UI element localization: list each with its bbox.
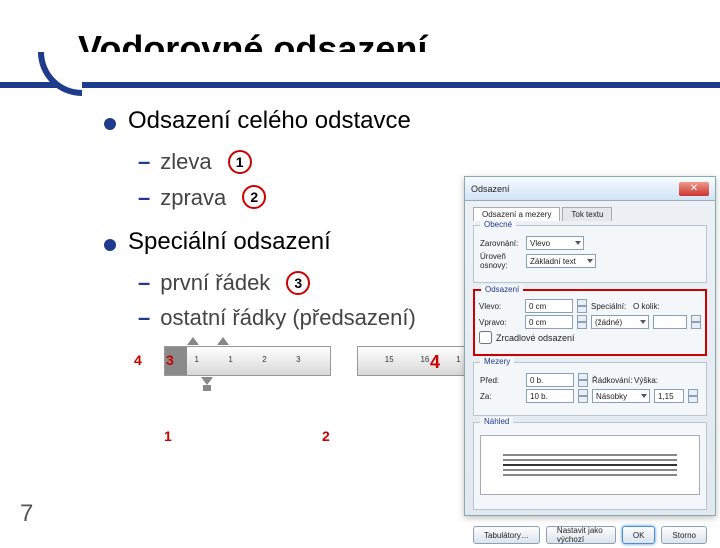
tick: 1 — [456, 354, 460, 367]
indent-left-label: Vlevo: — [479, 302, 521, 311]
tick: 2 — [262, 354, 266, 367]
bullet-sub-2a-text: první řádek — [160, 265, 270, 300]
bullet-sub-2b-text: ostatní řádky (předsazení) — [160, 300, 416, 335]
special-select[interactable]: (žádné) — [591, 315, 649, 329]
preview-area — [480, 435, 700, 495]
group-indent-title: Odsazení — [481, 285, 523, 294]
callout-1-bottom: 1 — [164, 428, 172, 444]
group-general: Obecné Zarovnání: Vlevo Úroveň osnovy: Z… — [473, 225, 707, 283]
outline-label: Úroveň osnovy: — [480, 252, 522, 270]
badge-2: 2 — [242, 185, 266, 209]
spinner-icon[interactable] — [577, 299, 587, 313]
before-input[interactable]: 0 b. — [526, 373, 574, 387]
outline-select[interactable]: Základní text — [526, 254, 596, 268]
indent-right-label: Vpravo: — [479, 318, 521, 327]
paragraph-dialog: Odsazení ✕ Odsazení a mezery Tok textu O… — [464, 176, 716, 516]
badge-3: 3 — [286, 271, 310, 295]
bullet-sub-1a: – zleva 1 — [104, 144, 708, 179]
after-input[interactable]: 10 b. — [526, 389, 574, 403]
slide-number: 7 — [20, 500, 33, 528]
callout-2-bottom: 2 — [322, 428, 330, 444]
dash-icon: – — [138, 180, 150, 215]
badge-1: 1 — [228, 150, 252, 174]
first-line-indent-icon — [217, 337, 229, 345]
group-spacing-title: Mezery — [480, 357, 514, 366]
bullet-main-1: Odsazení celého odstavce — [104, 102, 708, 140]
align-select[interactable]: Vlevo — [526, 236, 584, 250]
spinner-icon[interactable] — [691, 315, 701, 329]
dash-icon: – — [138, 265, 150, 300]
dialog-title: Odsazení — [471, 184, 510, 194]
group-spacing: Mezery Před: 0 b. Řádkování: Výška: Za: … — [473, 362, 707, 416]
tick: 3 — [296, 354, 300, 367]
by-input[interactable] — [653, 315, 687, 329]
hanging-indent-icon — [201, 377, 213, 385]
spinner-icon[interactable] — [578, 373, 588, 387]
left-indent-icon — [203, 385, 211, 391]
dash-icon: – — [138, 300, 150, 335]
group-general-title: Obecné — [480, 220, 516, 229]
spinner-icon[interactable] — [577, 315, 587, 329]
indent-left-input[interactable]: 0 cm — [525, 299, 573, 313]
title-area: Vodorovné odsazení — [0, 0, 720, 78]
callout-4-right: 4 — [430, 352, 440, 373]
cancel-button[interactable]: Storno — [661, 526, 707, 544]
tick: 16 — [420, 354, 429, 367]
tab-indent-spacing[interactable]: Odsazení a mezery — [473, 207, 560, 221]
after-label: Za: — [480, 392, 522, 401]
before-label: Před: — [480, 376, 522, 385]
by-label: O kolik: — [633, 302, 671, 311]
bullet-sub-1a-text: zleva — [160, 144, 211, 179]
callout-4: 4 — [134, 352, 142, 368]
bullet-main-2-text: Speciální odsazení — [128, 223, 331, 261]
dialog-buttons: Tabulátory… Nastavit jako výchozí OK Sto… — [465, 522, 715, 548]
default-button[interactable]: Nastavit jako výchozí — [546, 526, 616, 544]
spinner-icon[interactable] — [578, 389, 588, 403]
tabs-button[interactable]: Tabulátory… — [473, 526, 540, 544]
bullet-main-1-text: Odsazení celého odstavce — [128, 102, 411, 140]
mirror-checkbox[interactable] — [479, 331, 492, 344]
callout-3: 3 — [166, 352, 174, 368]
linespacing-select[interactable]: Násobky — [592, 389, 650, 403]
dialog-tabs: Odsazení a mezery Tok textu — [473, 207, 707, 221]
tick: 15 — [385, 354, 394, 367]
linespacing-label: Řádkování: — [592, 376, 630, 385]
mirror-label: Zrcadlové odsazení — [496, 333, 575, 343]
group-preview-title: Náhled — [480, 417, 513, 426]
tab-textflow[interactable]: Tok textu — [562, 207, 612, 221]
special-label: Speciální: — [591, 302, 629, 311]
ruler-left: 1 1 2 3 — [164, 346, 331, 376]
bullet-sub-1b-text: zprava — [160, 180, 226, 215]
ok-button[interactable]: OK — [622, 526, 656, 544]
bullet-dot-icon — [104, 239, 116, 251]
dialog-titlebar: Odsazení ✕ — [465, 177, 715, 201]
tick: 1 — [228, 354, 232, 367]
close-icon[interactable]: ✕ — [679, 182, 709, 196]
spinner-icon[interactable] — [688, 389, 698, 403]
at-input[interactable]: 1,15 — [654, 389, 684, 403]
at-label: Výška: — [634, 376, 672, 385]
align-label: Zarovnání: — [480, 239, 522, 248]
bullet-dot-icon — [104, 118, 116, 130]
dash-icon: – — [138, 144, 150, 179]
marker-icon — [187, 337, 199, 345]
tick: 1 — [194, 354, 198, 367]
group-preview: Náhled — [473, 422, 707, 510]
indent-right-input[interactable]: 0 cm — [525, 315, 573, 329]
group-indent: Odsazení Vlevo: 0 cm Speciální: O kolik:… — [473, 289, 707, 356]
